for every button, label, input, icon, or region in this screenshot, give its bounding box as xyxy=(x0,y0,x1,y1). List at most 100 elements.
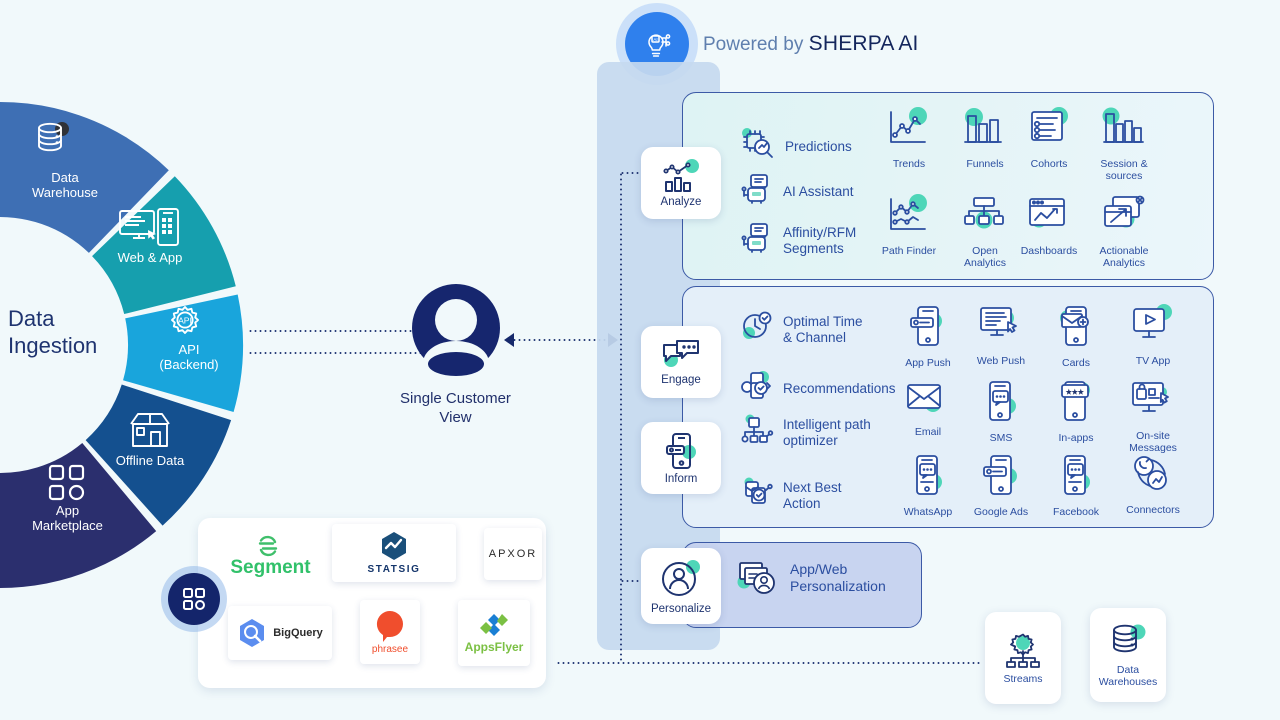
tile-dashboards[interactable]: Dashboards xyxy=(1012,195,1086,257)
tile-label: Funnels xyxy=(966,158,1004,170)
web-app-icon xyxy=(118,208,180,253)
tile-path-finder[interactable]: Path Finder xyxy=(872,194,946,257)
tile-whatsapp[interactable]: WhatsApp xyxy=(891,454,965,518)
tile-google-ads[interactable]: Google Ads xyxy=(964,454,1038,518)
output-card-streams[interactable]: Streams xyxy=(985,612,1061,704)
robot-icon xyxy=(741,222,773,259)
tile-actionable-analytics[interactable]: Actionable Analytics xyxy=(1087,195,1161,269)
tile-trends[interactable]: Trends xyxy=(872,107,946,170)
tile-email[interactable]: Email xyxy=(891,380,965,438)
streams-icon xyxy=(1006,633,1040,668)
tile-label: SMS xyxy=(989,432,1013,444)
tile-web-push[interactable]: Web Push xyxy=(964,305,1038,367)
mobile-push-icon xyxy=(666,432,696,469)
tile-label: Open Analytics xyxy=(963,245,1006,269)
tile-on-site-messages[interactable]: On-site Messages xyxy=(1116,380,1190,454)
data-ingestion-title: Data Ingestion xyxy=(8,306,98,358)
whatsapp-icon xyxy=(891,454,965,503)
partner-logo-statsig[interactable]: STATSIG xyxy=(332,524,456,582)
tile-open-analytics[interactable]: Open Analytics xyxy=(948,195,1022,269)
stage-label-inform: Inform xyxy=(664,472,698,485)
tile-facebook[interactable]: Facebook xyxy=(1039,454,1113,518)
tile-connectors[interactable]: Connectors xyxy=(1116,454,1190,516)
app-marketplace-badge[interactable] xyxy=(168,573,220,625)
tile-app-push[interactable]: App Push xyxy=(891,305,965,369)
tile-label: Dashboards xyxy=(1020,245,1078,257)
chip-search-icon xyxy=(741,128,775,165)
api-gear-icon: API xyxy=(163,298,207,347)
single-customer-view-label: Single Customer View xyxy=(400,390,511,426)
chat-bubbles-icon xyxy=(663,339,699,367)
partner-name-statsig: STATSIG xyxy=(367,564,421,575)
stage-card-personalize[interactable]: Personalize xyxy=(641,548,721,624)
tile-label: Google Ads xyxy=(973,506,1029,518)
hierarchy-icon xyxy=(948,195,1022,242)
feature-optimal-time-channel[interactable]: Optimal Time & Channel xyxy=(741,311,863,348)
powered-by-text: Powered by xyxy=(703,34,804,55)
database-icon xyxy=(1113,624,1146,653)
partner-logo-segment[interactable]: Segment xyxy=(212,530,324,584)
rail-vertical-connector xyxy=(620,172,622,662)
tile-session-sources[interactable]: Session & sources xyxy=(1087,107,1161,182)
path-chart-icon xyxy=(872,194,946,242)
partner-logo-phrasee[interactable]: phrasee xyxy=(360,600,420,664)
store-icon xyxy=(128,410,172,453)
tile-label: On-site Messages xyxy=(1129,430,1177,454)
svg-text:AI: AI xyxy=(653,37,657,42)
list-report-icon xyxy=(1012,107,1086,155)
segment-logo xyxy=(258,535,278,557)
diagram-canvas: Data Ingestion Data Warehouse Web & App AP… xyxy=(0,0,1280,720)
stage-card-analyze[interactable]: Analyze xyxy=(641,147,721,219)
next-action-icon xyxy=(741,477,773,513)
connectors-icon xyxy=(1116,454,1190,501)
tile-funnels[interactable]: Funnels xyxy=(948,108,1022,170)
feature-intelligent-path-optimizer[interactable]: Intelligent path optimizer xyxy=(741,414,871,450)
partner-logo-apxor[interactable]: APXOR xyxy=(484,528,542,580)
bar-chart-icon xyxy=(948,108,1022,155)
tile-label: In-apps xyxy=(1058,432,1094,444)
app-web-personalization-icon xyxy=(737,562,775,594)
tile-label: Facebook xyxy=(1052,506,1100,518)
feature-label: Intelligent path optimizer xyxy=(783,416,871,448)
feature-recommendations[interactable]: Recommendations xyxy=(741,371,896,406)
feature-label: AI Assistant xyxy=(783,183,854,199)
tile-in-apps[interactable]: In-apps xyxy=(1039,380,1113,444)
tile-label: Session & sources xyxy=(1100,158,1148,182)
tile-label: WhatsApp xyxy=(903,506,953,518)
app-grid-icon xyxy=(183,588,205,610)
apxor-text: APXOR xyxy=(488,548,538,560)
web-push-icon xyxy=(964,305,1038,352)
stage-card-inform[interactable]: Inform xyxy=(641,422,721,494)
output-card-data-warehouses[interactable]: Data Warehouses xyxy=(1090,608,1166,702)
google-ads-icon xyxy=(964,454,1038,503)
tile-tv-app[interactable]: TV App xyxy=(1116,304,1190,367)
feature-ai-assistant[interactable]: AI Assistant xyxy=(741,173,854,210)
partner-name-bigquery: BigQuery xyxy=(273,627,323,639)
stage-label-analyze: Analyze xyxy=(660,195,702,208)
tile-label: Actionable Analytics xyxy=(1099,245,1149,269)
partner-name-segment: Segment xyxy=(230,557,311,578)
statsig-logo xyxy=(382,532,406,560)
app-grid-icon xyxy=(47,463,87,508)
feature-next-best-action[interactable]: Next Best Action xyxy=(741,477,842,513)
user-circle-icon xyxy=(662,559,700,596)
partner-logo-appsflyer[interactable]: AppsFlyer xyxy=(458,600,530,666)
tile-sms[interactable]: SMS xyxy=(964,380,1038,444)
app-push-icon xyxy=(891,305,965,354)
tv-app-icon xyxy=(1116,304,1190,352)
feature-affinity-rfm-segments[interactable]: Affinity/RFM Segments xyxy=(741,222,856,259)
sms-icon xyxy=(964,380,1038,429)
partner-name-phrasee: phrasee xyxy=(371,644,409,655)
feature-predictions[interactable]: Predictions xyxy=(741,128,852,165)
stage-card-engage[interactable]: Engage xyxy=(641,326,721,398)
partner-logo-bigquery[interactable]: BigQuery xyxy=(228,606,332,660)
tile-label: Connectors xyxy=(1126,504,1180,516)
cards-icon xyxy=(1039,305,1113,354)
recommend-icon xyxy=(741,371,773,406)
tile-cards[interactable]: Cards xyxy=(1039,305,1113,369)
tile-cohorts[interactable]: Cohorts xyxy=(1012,107,1086,170)
bigquery-logo xyxy=(240,619,265,647)
facebook-icon xyxy=(1039,454,1113,503)
app-web-personalization-item[interactable]: App/Web Personalization xyxy=(735,560,886,596)
partner-name-appsflyer: AppsFlyer xyxy=(464,640,524,654)
